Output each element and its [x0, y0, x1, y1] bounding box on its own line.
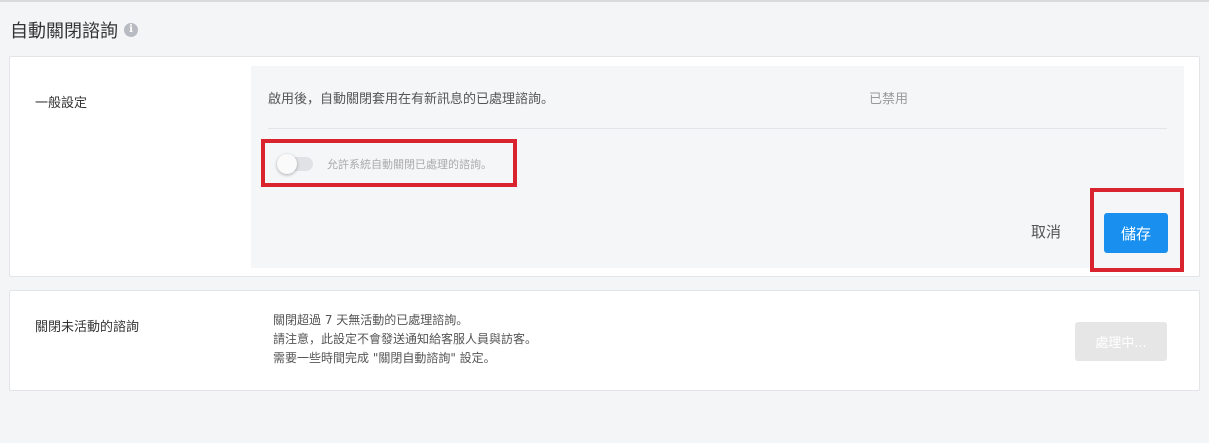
inactive-description-line: 需要一些時間完成 "關閉自動諮詢" 設定。 [273, 351, 496, 365]
info-icon[interactable]: i [124, 23, 138, 37]
inactive-description: 關閉超過 7 天無活動的已處理諮詢。 請注意，此設定不會發送通知給客服人員與訪客… [273, 311, 537, 368]
general-settings-card: 一般設定 啟用後，自動關閉套用在有新訊息的已處理諮詢。 已禁用 允許系統自動關閉… [9, 56, 1200, 277]
cancel-button[interactable]: 取消 [1031, 221, 1061, 242]
divider [268, 128, 1167, 129]
page-title: 自動關閉諮詢 i [10, 17, 138, 43]
inactive-inquiries-label: 關閉未活動的諮詢 [35, 320, 140, 335]
top-border [0, 0, 1209, 2]
inactive-description-line: 請注意，此設定不會發送通知給客服人員與訪客。 [273, 332, 538, 346]
status-text: 已禁用 [869, 92, 909, 107]
auto-close-description: 啟用後，自動關閉套用在有新訊息的已處理諮詢。 [268, 92, 555, 107]
inactive-inquiries-card: 關閉未活動的諮詢 關閉超過 7 天無活動的已處理諮詢。 請注意，此設定不會發送通… [9, 290, 1200, 391]
general-settings-label: 一般設定 [35, 96, 88, 111]
inactive-description-line: 關閉超過 7 天無活動的已處理諮詢。 [273, 313, 469, 327]
page-title-text: 自動關閉諮詢 [10, 21, 118, 42]
highlight-box-toggle [261, 139, 517, 187]
processing-button[interactable]: 處理中... [1075, 322, 1167, 361]
highlight-box-save [1090, 188, 1184, 272]
